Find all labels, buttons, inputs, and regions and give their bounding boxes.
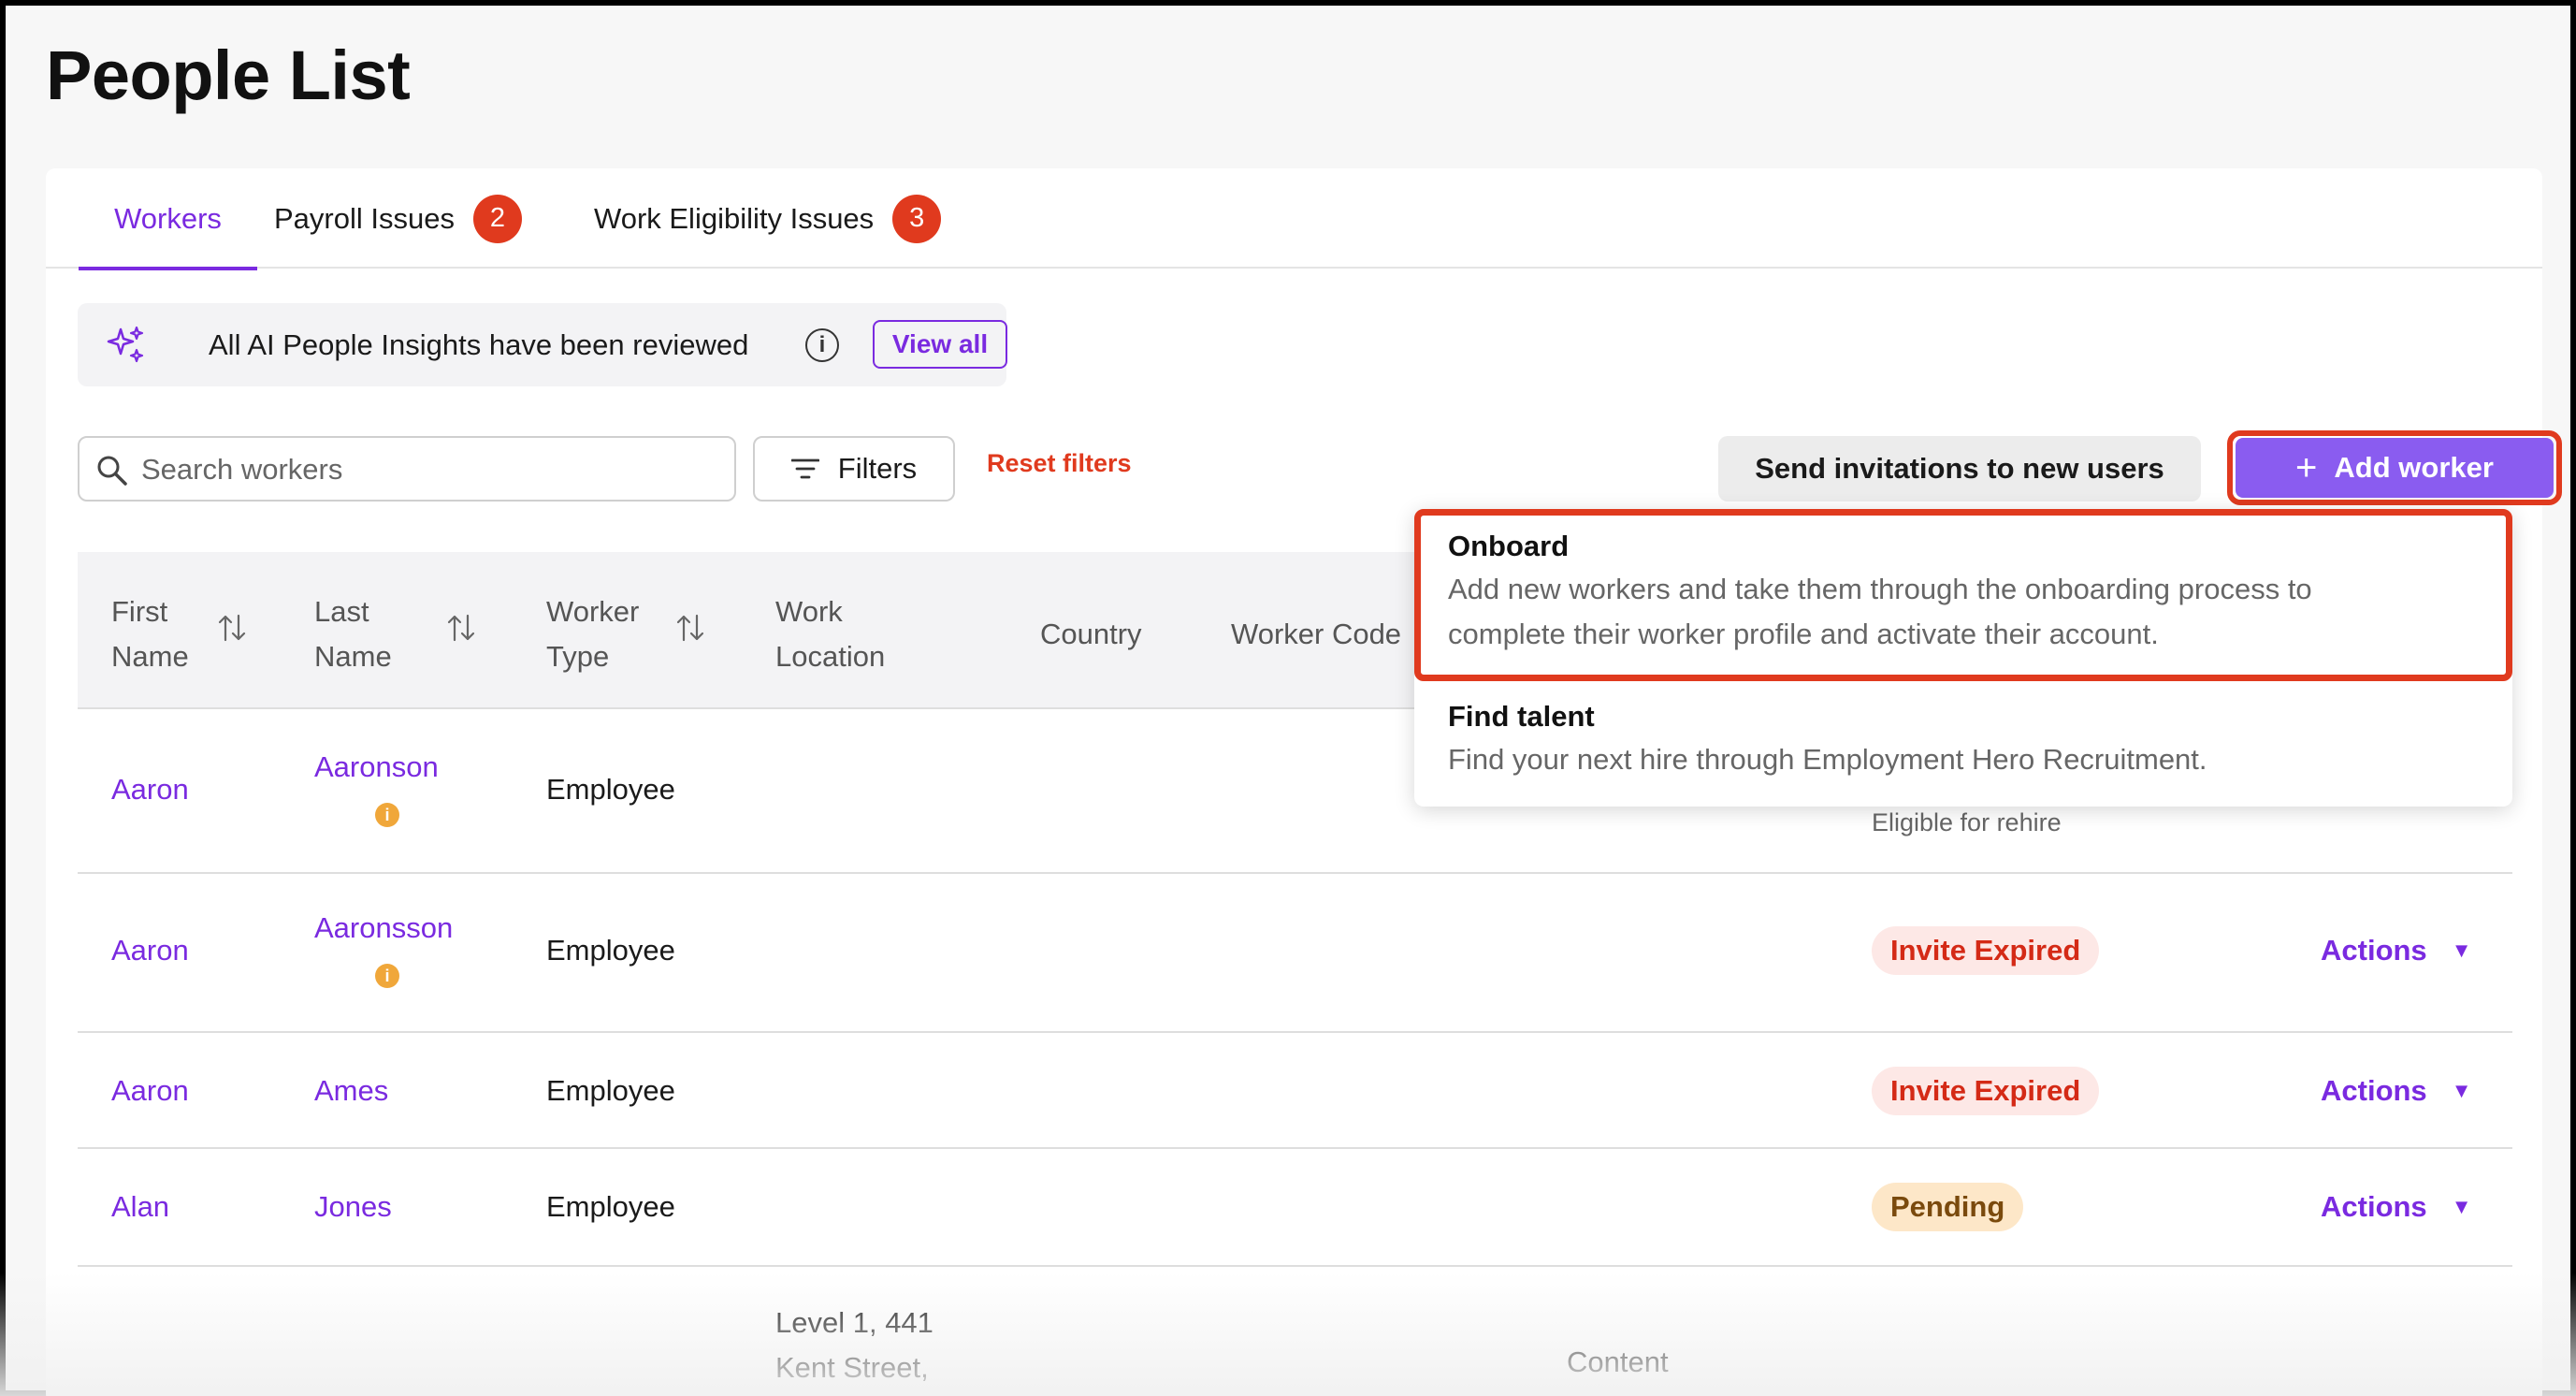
table-row: Aaron Ames Employee Invite Expired Actio… [78, 1033, 2512, 1149]
add-worker-label: Add worker [2334, 451, 2494, 484]
menu-item-find-talent[interactable]: Find talent Find your next hire through … [1448, 700, 2207, 782]
worker-type-cell: Employee [546, 1074, 675, 1107]
actions-label: Actions [2321, 1190, 2427, 1223]
caret-down-icon: ▼ [2451, 938, 2472, 962]
column-header-worker-type[interactable]: Worker Type [546, 589, 639, 679]
actions-dropdown[interactable]: Actions ▼ [2321, 934, 2471, 967]
sort-icon[interactable] [216, 612, 248, 644]
first-name-link[interactable]: Aaron [111, 1074, 189, 1108]
tab-workers[interactable]: Workers [79, 168, 257, 270]
department-cell: Content [1567, 1345, 1669, 1378]
actions-label: Actions [2321, 934, 2427, 967]
worker-type-cell: Employee [546, 773, 675, 806]
ai-insights-banner: All AI People Insights have been reviewe… [78, 303, 1007, 386]
menu-item-find-talent-title: Find talent [1448, 700, 1595, 733]
last-name-link[interactable]: Jones [314, 1190, 392, 1224]
payroll-issues-count-badge: 2 [472, 194, 522, 243]
worker-type-cell: Employee [546, 934, 675, 967]
sort-icon[interactable] [445, 612, 477, 644]
first-name-link[interactable]: Aaron [111, 934, 189, 967]
column-header-first-name[interactable]: First Name [111, 589, 189, 679]
worker-type-cell: Employee [546, 1190, 675, 1223]
reset-filters-link[interactable]: Reset filters [987, 449, 1132, 478]
filter-icon [790, 458, 819, 479]
search-input[interactable] [141, 445, 721, 494]
tab-work-eligibility-issues[interactable]: Work Eligibility Issues 3 [594, 168, 942, 269]
insights-text: All AI People Insights have been reviewe… [209, 327, 749, 361]
column-header-work-location: Work Location [775, 595, 886, 673]
tab-workers-label: Workers [114, 201, 222, 235]
sparkle-icon [107, 326, 144, 363]
tab-bar: Workers Payroll Issues 2 Work Eligibilit… [46, 168, 2542, 270]
info-icon[interactable]: i [805, 327, 839, 362]
column-header-country: Country [1040, 618, 1142, 650]
table-row: Level 1, 441 Kent Street, Content [78, 1267, 2512, 1396]
sort-icon[interactable] [674, 612, 706, 644]
first-name-link[interactable]: Alan [111, 1190, 169, 1224]
status-badge: Invite Expired [1872, 926, 2100, 975]
caret-down-icon: ▼ [2451, 1079, 2472, 1102]
view-all-button[interactable]: View all [873, 320, 1007, 369]
status-badge: Pending [1872, 1183, 2024, 1231]
status-badge: Invite Expired [1872, 1067, 2100, 1115]
search-box [78, 436, 736, 502]
work-eligibility-count-badge: 3 [892, 194, 942, 243]
info-warning-icon[interactable]: i [375, 803, 399, 827]
send-invitations-button[interactable]: Send invitations to new users [1718, 436, 2201, 502]
actions-dropdown[interactable]: Actions ▼ [2321, 1190, 2471, 1224]
actions-label: Actions [2321, 1074, 2427, 1107]
plus-icon: + [2295, 447, 2318, 488]
actions-dropdown[interactable]: Actions ▼ [2321, 1074, 2471, 1108]
last-name-link[interactable]: Ames [314, 1074, 388, 1108]
table-row: Alan Jones Employee Pending Actions ▼ [78, 1149, 2512, 1267]
first-name-link[interactable]: Aaron [111, 773, 189, 807]
page-title: People List [46, 36, 411, 114]
caret-down-icon: ▼ [2451, 1195, 2472, 1218]
tab-payroll-issues-label: Payroll Issues [274, 201, 455, 235]
work-location-cell: Level 1, 441 Kent Street, [775, 1306, 933, 1384]
filters-label: Filters [837, 452, 918, 485]
last-name-link[interactable]: Aaronsson [314, 911, 453, 945]
last-name-link[interactable]: Aaronson [314, 750, 439, 784]
tab-work-eligibility-label: Work Eligibility Issues [594, 201, 875, 235]
tab-payroll-issues[interactable]: Payroll Issues 2 [274, 168, 522, 269]
onboard-highlight [1414, 509, 2512, 681]
search-icon [97, 456, 127, 486]
add-worker-button[interactable]: + Add worker [2236, 438, 2554, 498]
column-header-worker-code: Worker Code [1231, 618, 1402, 650]
table-row: Aaron Aaronsson i Employee Invite Expire… [78, 874, 2512, 1033]
column-header-last-name[interactable]: Last Name [314, 589, 392, 679]
info-warning-icon[interactable]: i [375, 964, 399, 988]
filters-button[interactable]: Filters [753, 436, 955, 502]
menu-item-find-talent-desc: Find your next hire through Employment H… [1448, 743, 2207, 776]
status-subtext: Eligible for rehire [1872, 808, 2062, 836]
